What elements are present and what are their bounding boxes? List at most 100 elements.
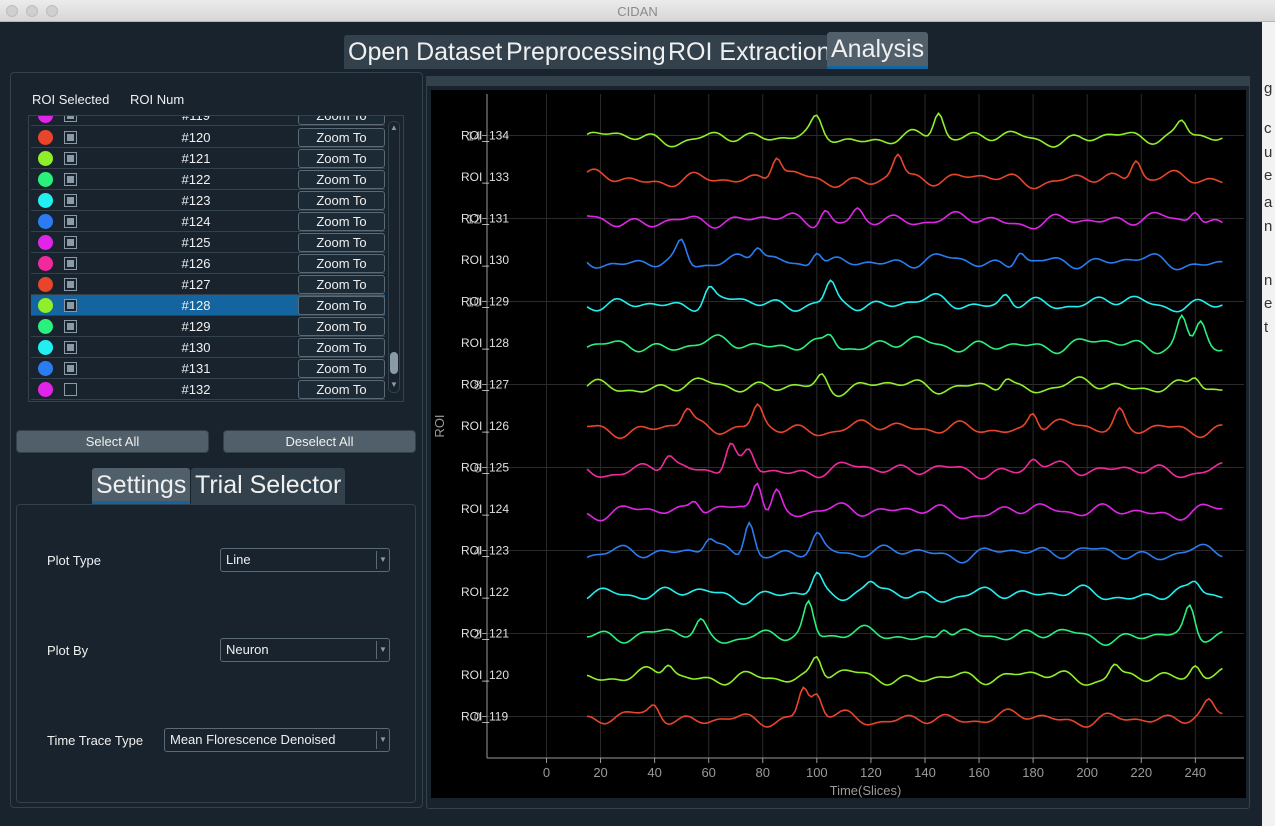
- roi-checkbox[interactable]: [64, 173, 77, 186]
- plot-area[interactable]: 0 20 40 60 80 100 120 140 160 180 200 220 240 0 2 4 6 8 10…: [431, 90, 1246, 798]
- zoom-to-button[interactable]: Zoom To: [298, 233, 385, 252]
- roi-table: #119 Zoom To #120 Zoom To #121 Zoom To #122 Z…: [28, 115, 404, 402]
- tab-roi-extraction[interactable]: ROI Extraction: [664, 35, 835, 69]
- roi-number: #125: [181, 235, 211, 250]
- x-axis-label: Time(Slices): [830, 783, 902, 798]
- roi-color-swatch: [38, 235, 53, 250]
- chevron-down-icon: ▼: [376, 641, 389, 659]
- plot-splitter-handle[interactable]: [426, 76, 1250, 86]
- series-label: ROI_123: [461, 544, 509, 558]
- table-row[interactable]: #131 Zoom To: [31, 358, 385, 379]
- table-row[interactable]: #129 Zoom To: [31, 316, 385, 337]
- table-row[interactable]: #124 Zoom To: [31, 211, 385, 232]
- series-label: ROI_130: [461, 253, 509, 267]
- tab-analysis[interactable]: Analysis: [827, 32, 929, 69]
- table-row[interactable]: #126 Zoom To: [31, 253, 385, 274]
- zoom-to-button[interactable]: Zoom To: [298, 380, 385, 399]
- zoom-to-button[interactable]: Zoom To: [298, 275, 385, 294]
- table-row[interactable]: #120 Zoom To: [31, 127, 385, 148]
- table-row[interactable]: #119 Zoom To: [31, 116, 385, 126]
- series-label: ROI_128: [461, 336, 509, 350]
- table-row[interactable]: #123 Zoom To: [31, 190, 385, 211]
- time-trace-type-select[interactable]: Mean Florescence Denoised ▼: [164, 728, 390, 752]
- roi-checkbox[interactable]: [64, 236, 77, 249]
- roi-checkbox[interactable]: [64, 278, 77, 291]
- roi-checkbox[interactable]: [64, 152, 77, 165]
- roi-checkbox[interactable]: [64, 215, 77, 228]
- window-title: CIDAN: [617, 4, 658, 19]
- zoom-to-button[interactable]: Zoom To: [298, 170, 385, 189]
- x-tick-label: 100: [806, 765, 828, 780]
- table-row[interactable]: #130 Zoom To: [31, 337, 385, 358]
- zoom-to-button[interactable]: Zoom To: [298, 317, 385, 336]
- scroll-down-icon[interactable]: ▼: [390, 380, 398, 389]
- zoom-to-button[interactable]: Zoom To: [298, 296, 385, 315]
- roi-checkbox[interactable]: [64, 194, 77, 207]
- header-roi-selected[interactable]: ROI Selected: [32, 92, 109, 107]
- scrollbar-thumb[interactable]: [390, 352, 398, 374]
- table-row[interactable]: #125 Zoom To: [31, 232, 385, 253]
- roi-checkbox[interactable]: [64, 116, 77, 122]
- series-line-roi-130: [586, 238, 1223, 271]
- series-label: ROI_122: [461, 585, 509, 599]
- roi-checkbox[interactable]: [64, 341, 77, 354]
- series-line-roi-125: [586, 442, 1223, 480]
- x-tick-label: 120: [860, 765, 882, 780]
- tab-settings[interactable]: Settings: [92, 468, 191, 504]
- roi-number: #130: [181, 340, 211, 355]
- roi-number: #129: [181, 319, 211, 334]
- roi-color-swatch: [38, 172, 53, 187]
- roi-number: #131: [181, 361, 211, 376]
- zoom-to-button[interactable]: Zoom To: [298, 149, 385, 168]
- plot-type-select[interactable]: Line ▼: [220, 548, 390, 572]
- tab-preprocessing[interactable]: Preprocessing: [502, 35, 670, 69]
- x-tick-label: 240: [1184, 765, 1206, 780]
- zoom-to-button[interactable]: Zoom To: [298, 338, 385, 357]
- title-bar: CIDAN: [0, 0, 1275, 22]
- roi-checkbox[interactable]: [64, 299, 77, 312]
- zoom-to-button[interactable]: Zoom To: [298, 128, 385, 147]
- tab-trial-selector[interactable]: Trial Selector: [191, 468, 346, 504]
- time-trace-type-value: Mean Florescence Denoised: [170, 732, 336, 747]
- roi-color-swatch: [38, 382, 53, 397]
- tab-open-dataset[interactable]: Open Dataset: [344, 35, 507, 69]
- series-label: ROI_124: [461, 502, 509, 516]
- zoom-to-button[interactable]: Zoom To: [298, 116, 385, 125]
- series-label: ROI_121: [461, 627, 509, 641]
- table-row[interactable]: #132 Zoom To: [31, 379, 385, 400]
- table-row[interactable]: #128 Zoom To: [31, 295, 385, 316]
- x-tick-label: 200: [1076, 765, 1098, 780]
- table-row[interactable]: #127 Zoom To: [31, 274, 385, 295]
- header-roi-num[interactable]: ROI Num: [130, 92, 184, 107]
- series-line-roi-123: [586, 520, 1223, 564]
- table-row[interactable]: #122 Zoom To: [31, 169, 385, 190]
- roi-color-swatch: [38, 151, 53, 166]
- plot-by-select[interactable]: Neuron ▼: [220, 638, 390, 662]
- table-row[interactable]: #121 Zoom To: [31, 148, 385, 169]
- roi-color-swatch: [38, 277, 53, 292]
- x-tick-label: 180: [1022, 765, 1044, 780]
- time-trace-type-label: Time Trace Type: [47, 733, 144, 748]
- zoom-to-button[interactable]: Zoom To: [298, 254, 385, 273]
- roi-color-swatch: [38, 361, 53, 376]
- roi-number: #132: [181, 382, 211, 397]
- scroll-up-icon[interactable]: ▲: [390, 123, 398, 132]
- background-window-edge: gcueannet: [1262, 22, 1275, 826]
- x-tick-label: 20: [593, 765, 607, 780]
- roi-checkbox[interactable]: [64, 320, 77, 333]
- roi-number: #121: [181, 151, 211, 166]
- x-tick-label: 60: [701, 765, 715, 780]
- time-trace-chart[interactable]: 0 20 40 60 80 100 120 140 160 180 200 220 2400246810…: [431, 90, 1246, 798]
- roi-checkbox[interactable]: [64, 131, 77, 144]
- deselect-all-button[interactable]: Deselect All: [223, 430, 416, 453]
- zoom-to-button[interactable]: Zoom To: [298, 191, 385, 210]
- zoom-to-button[interactable]: Zoom To: [298, 359, 385, 378]
- zoom-to-button[interactable]: Zoom To: [298, 212, 385, 231]
- roi-checkbox[interactable]: [64, 257, 77, 270]
- select-all-button[interactable]: Select All: [16, 430, 209, 453]
- series-label: ROI_131: [461, 212, 509, 226]
- roi-checkbox[interactable]: [64, 362, 77, 375]
- roi-checkbox[interactable]: [64, 383, 77, 396]
- roi-number: #123: [181, 193, 211, 208]
- series-line-roi-122: [586, 571, 1223, 606]
